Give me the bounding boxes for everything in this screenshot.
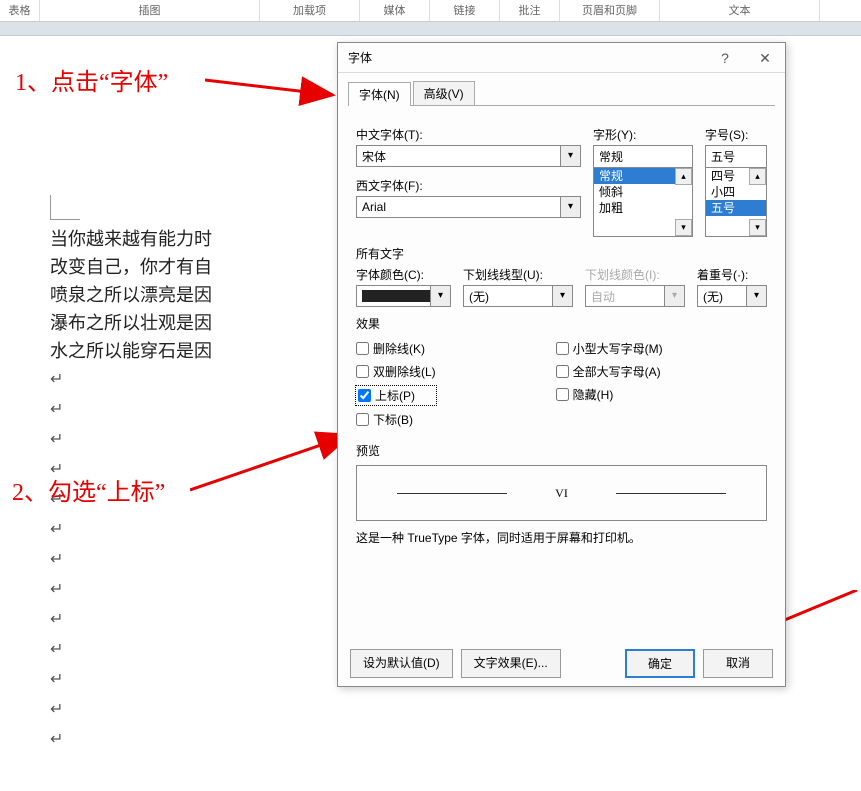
close-button[interactable]: ✕ [745,43,785,73]
chk-strike[interactable]: 删除线(K) [356,340,436,357]
doc-line: 喷泉之所以漂亮是因 [50,281,330,309]
dialog-title: 字体 [348,49,705,66]
label-effects: 效果 [356,315,767,332]
style-input[interactable]: 常规 [593,145,693,167]
size-listbox[interactable]: 四号 小四 五号 ▴ ▾ [705,167,767,237]
chk-dstrike[interactable]: 双删除线(L) [356,363,436,380]
button-bar: 设为默认值(D) 文字效果(E)... 确定 取消 [338,641,785,686]
ribbon-group-illustrations[interactable]: 插图 [40,0,260,21]
preview-text: VI [555,486,568,501]
help-button[interactable]: ? [705,43,745,73]
underline-combo[interactable]: (无) ▾ [463,285,573,307]
style-listbox[interactable]: 常规 倾斜 加粗 ▴ ▾ [593,167,693,237]
paragraph-mark: ↵ [50,665,330,695]
label-color: 字体颜色(C): [356,266,451,283]
arrow-1 [205,60,345,110]
paragraph-mark: ↵ [50,515,330,545]
annotation-1: 1、点击“字体” [15,62,168,97]
label-size: 字号(S): [705,126,767,143]
label-ulcolor: 下划线颜色(I): [585,266,685,283]
dropdown-icon: ▾ [560,146,580,166]
label-cjk-font: 中文字体(T): [356,126,581,143]
size-item[interactable]: 小四 [706,184,766,200]
doc-line: 水之所以能穿石是因 [50,337,330,365]
dropdown-icon: ▾ [430,286,450,306]
scroll-up-icon[interactable]: ▴ [675,168,692,185]
dropdown-icon: ▾ [560,197,580,217]
label-preview: 预览 [356,442,767,459]
document-body[interactable]: 当你越来越有能力时 改变自己，你才有自 喷泉之所以漂亮是因 瀑布之所以壮观是因 … [50,225,330,755]
preview-box: VI [356,465,767,521]
preview-rule [397,493,507,494]
chk-allcaps[interactable]: 全部大写字母(A) [556,363,663,380]
size-input[interactable]: 五号 [705,145,767,167]
paragraph-mark: ↵ [50,575,330,605]
preview-footnote: 这是一种 TrueType 字体，同时适用于屏幕和打印机。 [356,529,767,546]
page-corner [50,195,80,220]
ribbon-bar: 表格 插图 加载项 媒体 链接 批注 页眉和页脚 文本 [0,0,861,22]
paragraph-mark: ↵ [50,725,330,755]
paragraph-mark: ↵ [50,395,330,425]
latin-font-value: Arial [362,200,560,214]
doc-line: 瀑布之所以壮观是因 [50,309,330,337]
dropdown-icon: ▾ [664,286,684,306]
color-combo[interactable]: ▾ [356,285,451,307]
cjk-font-combo[interactable]: 宋体 ▾ [356,145,581,167]
tab-font[interactable]: 字体(N) [348,82,411,106]
chk-hidden[interactable]: 隐藏(H) [556,386,663,403]
label-style: 字形(Y): [593,126,693,143]
ribbon-group-comments[interactable]: 批注 [500,0,560,21]
ribbon-group-headerfooter[interactable]: 页眉和页脚 [560,0,660,21]
scroll-down-icon[interactable]: ▾ [675,219,692,236]
paragraph-mark: ↵ [50,365,330,395]
dropdown-icon: ▾ [746,286,766,306]
label-emphasis: 着重号(·): [697,266,767,283]
ulcolor-combo: 自动 ▾ [585,285,685,307]
set-default-button[interactable]: 设为默认值(D) [350,649,453,678]
size-item[interactable]: 五号 [706,200,766,216]
font-panel: 中文字体(T): 宋体 ▾ 西文字体(F): Arial ▾ 字形(Y): 常规… [338,106,785,641]
paragraph-mark: ↵ [50,605,330,635]
ribbon-group-table[interactable]: 表格 [0,0,40,21]
ribbon-group-text[interactable]: 文本 [660,0,820,21]
chk-smallcaps[interactable]: 小型大写字母(M) [556,340,663,357]
paragraph-mark: ↵ [50,485,330,515]
chk-superscript[interactable]: 上标(P) [356,386,436,405]
label-all-text: 所有文字 [356,245,767,262]
text-effects-button[interactable]: 文字效果(E)... [461,649,561,678]
style-item[interactable]: 倾斜 [594,184,692,200]
paragraph-mark: ↵ [50,635,330,665]
ribbon-group-links[interactable]: 链接 [430,0,500,21]
tab-strip: 字体(N) 高级(V) [348,81,775,106]
doc-line: 改变自己，你才有自 [50,253,330,281]
label-latin-font: 西文字体(F): [356,177,581,194]
label-underline: 下划线线型(U): [463,266,573,283]
ribbon-group-media[interactable]: 媒体 [360,0,430,21]
ribbon-group-addins[interactable]: 加载项 [260,0,360,21]
cjk-font-value: 宋体 [362,148,560,165]
doc-line: 当你越来越有能力时 [50,225,330,253]
titlebar: 字体 ? ✕ [338,43,785,73]
dropdown-icon: ▾ [552,286,572,306]
ribbon-strip [0,22,861,36]
paragraph-mark: ↵ [50,695,330,725]
paragraph-mark: ↵ [50,455,330,485]
scroll-up-icon[interactable]: ▴ [749,168,766,185]
paragraph-mark: ↵ [50,425,330,455]
ok-button[interactable]: 确定 [625,649,695,678]
style-item[interactable]: 加粗 [594,200,692,216]
latin-font-combo[interactable]: Arial ▾ [356,196,581,218]
paragraph-mark: ↵ [50,545,330,575]
color-swatch [362,290,430,302]
scroll-down-icon[interactable]: ▾ [749,219,766,236]
tab-advanced[interactable]: 高级(V) [413,81,475,105]
preview-rule [616,493,726,494]
cancel-button[interactable]: 取消 [703,649,773,678]
chk-subscript[interactable]: 下标(B) [356,411,436,428]
emphasis-combo[interactable]: (无) ▾ [697,285,767,307]
font-dialog: 字体 ? ✕ 字体(N) 高级(V) 中文字体(T): 宋体 ▾ 西文字体(F)… [337,42,786,687]
